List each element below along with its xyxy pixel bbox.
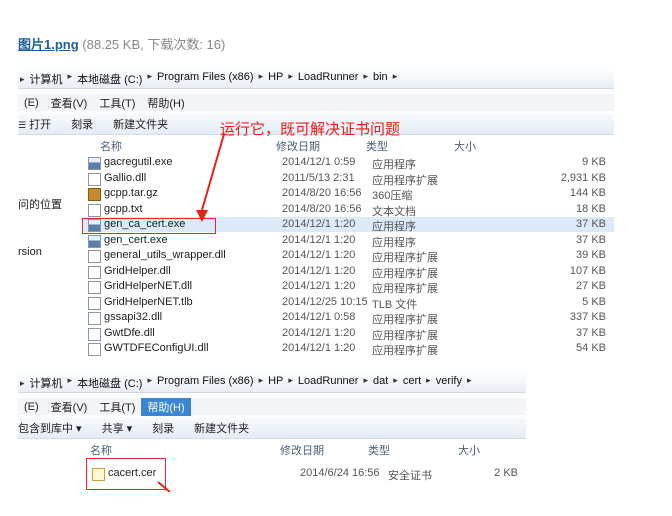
- explorer-bin-screenshot: ▸ 计算机 ▸ 本地磁盘 (C:) ▸ Program Files (x86) ▸ HP ▸ L…: [18, 70, 614, 360]
- annotation-arrow: [157, 481, 171, 492]
- explorer-verify-screenshot: ▸ 计算机 ▸ 本地磁盘 (C:) ▸ Program Files (x86) ▸ HP ▸ L…: [18, 374, 526, 492]
- image-filename-link[interactable]: 图片1.png: [18, 37, 79, 52]
- image-meta: (88.25 KB, 下载次数: 16): [82, 37, 226, 52]
- annotation-arrow: [196, 133, 225, 222]
- image-caption: 图片1.png (88.25 KB, 下载次数: 16): [18, 34, 225, 53]
